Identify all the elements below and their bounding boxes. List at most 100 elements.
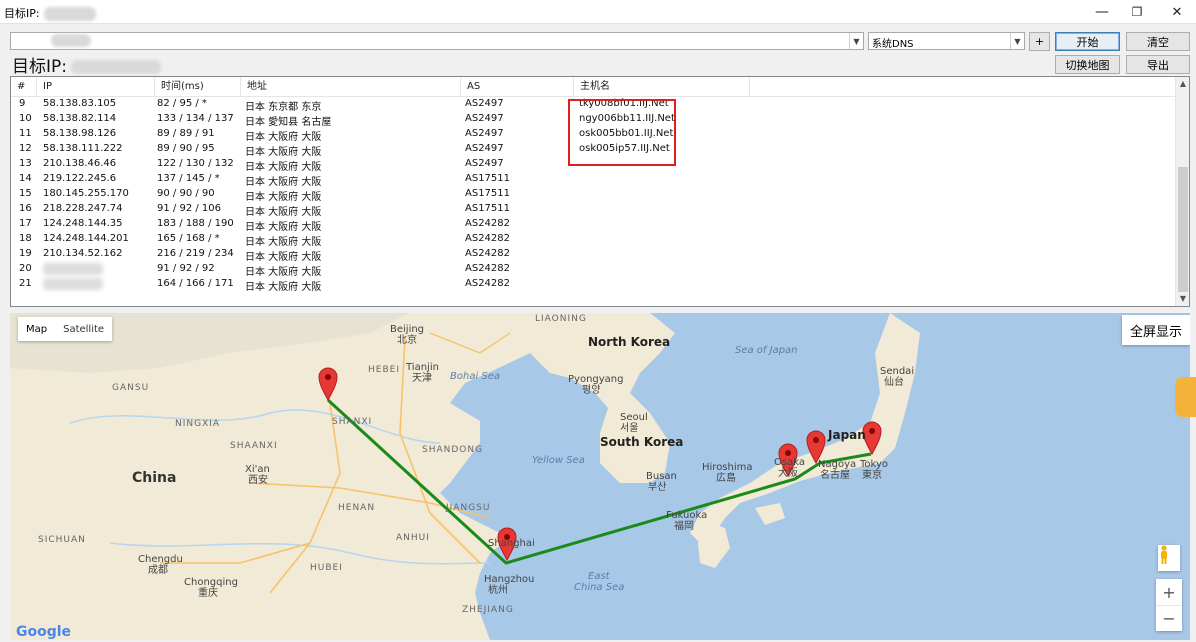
label-osaka-cn: 大阪	[778, 468, 798, 479]
redacted-target-ip	[71, 60, 161, 74]
map-view[interactable]: Beijing 北京 Tianjin 天津 HEBEI SHANXI SHAND…	[10, 313, 1190, 640]
switch-map-button[interactable]: 切换地图	[1055, 55, 1120, 74]
label-beijing-cn: 北京	[397, 335, 417, 346]
cell-time: 216 / 219 / 234	[157, 248, 234, 259]
clear-button[interactable]: 清空	[1126, 32, 1190, 51]
table-row[interactable]: 17 124.248.144.35 183 / 188 / 190 日本 大阪府 大阪…	[11, 217, 1177, 233]
label-tianjin: Tianjin	[406, 362, 439, 373]
restore-button[interactable]: ❐	[1120, 0, 1154, 24]
label-sendai-cn: 仙台	[884, 377, 904, 388]
cell-n: 21	[19, 278, 32, 289]
table-row[interactable]: 14 219.122.245.6 137 / 145 / * 日本 大阪府 大阪 AS1…	[11, 172, 1177, 188]
trace-table[interactable]: # IP 时间(ms) 地址 AS 主机名 9 58.138.83.105 82 /…	[10, 76, 1190, 307]
vertical-scrollbar[interactable]: ▲ ▼	[1175, 77, 1189, 306]
target-combo[interactable]: ▼	[10, 32, 864, 50]
mascot-icon[interactable]	[1175, 377, 1196, 417]
fullscreen-button[interactable]: 全屏显示	[1122, 315, 1190, 345]
label-sea-of-japan: Sea of Japan	[735, 345, 798, 356]
map-type-satellite[interactable]: Satellite	[55, 324, 112, 335]
table-row[interactable]: 15 180.145.255.170 90 / 90 / 90 日本 大阪府 大阪 AS…	[11, 187, 1177, 203]
label-osaka: Osaka	[774, 457, 805, 468]
table-row[interactable]: 19 210.134.52.162 216 / 219 / 234 日本 大阪府 大阪…	[11, 247, 1177, 263]
table-row[interactable]: 16 218.228.247.74 91 / 92 / 106 日本 大阪府 大阪 AS…	[11, 202, 1177, 218]
scroll-up-icon[interactable]: ▲	[1176, 77, 1189, 91]
chevron-down-icon[interactable]: ▼	[1010, 33, 1024, 49]
col-header-as[interactable]: AS	[461, 77, 574, 97]
redacted-target	[51, 34, 91, 47]
map-type-map[interactable]: Map	[18, 324, 55, 335]
start-button[interactable]: 开始	[1055, 32, 1120, 51]
label-seoul: Seoul	[620, 412, 648, 423]
cell-as: AS17511	[465, 188, 510, 199]
cell-addr: 日本 大阪府 大阪	[245, 222, 322, 233]
pegman-icon[interactable]	[1158, 545, 1180, 571]
cell-addr: 日本 大阪府 大阪	[245, 282, 322, 293]
label-yellow-sea: Yellow Sea	[532, 455, 585, 466]
cell-time: 91 / 92 / 92	[157, 263, 215, 274]
cell-as: AS24282	[465, 263, 510, 274]
cell-time: 89 / 90 / 95	[157, 143, 215, 154]
table-row[interactable]: 21 164 / 166 / 171 日本 大阪府 大阪 AS24282	[11, 277, 1177, 293]
cell-ip: 180.145.255.170	[43, 188, 129, 199]
label-sendai: Sendai	[880, 366, 915, 377]
redacted-ip	[43, 7, 96, 21]
target-ip-label: 目标IP:	[12, 52, 161, 77]
label-henan: HENAN	[338, 503, 376, 513]
cell-addr: 日本 大阪府 大阪	[245, 147, 322, 158]
dns-combo-value: 系统DNS	[872, 39, 914, 50]
label-hiroshima: Hiroshima	[702, 462, 753, 473]
scroll-down-icon[interactable]: ▼	[1176, 292, 1189, 306]
label-fukuoka: Fukuoka	[666, 510, 708, 521]
label-fukuoka-cn: 福岡	[674, 521, 694, 532]
cell-addr: 日本 大阪府 大阪	[245, 177, 322, 188]
add-button[interactable]: +	[1029, 32, 1050, 51]
col-header-ip[interactable]: IP	[37, 77, 155, 97]
chevron-down-icon[interactable]: ▼	[849, 33, 863, 49]
cell-n: 15	[19, 188, 32, 199]
title-bar: 目标IP: — ❐ ✕	[0, 0, 1196, 24]
cell-as: AS17511	[465, 173, 510, 184]
cell-addr: 日本 大阪府 大阪	[245, 252, 322, 263]
minimize-button[interactable]: —	[1085, 0, 1119, 24]
dns-combo[interactable]: 系统DNS ▼	[868, 32, 1025, 50]
table-row[interactable]: 18 124.248.144.201 165 / 168 / * 日本 大阪府 大阪 A…	[11, 232, 1177, 248]
zoom-control: + −	[1156, 579, 1182, 631]
cell-time: 82 / 95 / *	[157, 98, 207, 109]
label-beijing: Beijing	[390, 324, 425, 335]
cell-time: 89 / 89 / 91	[157, 128, 215, 139]
col-header-host[interactable]: 主机名	[574, 77, 750, 97]
cell-time: 137 / 145 / *	[157, 173, 220, 184]
google-logo: Google	[16, 624, 72, 640]
cell-ip: 58.138.98.126	[43, 128, 117, 139]
cell-as: AS24282	[465, 218, 510, 229]
cell-as: AS24282	[465, 248, 510, 259]
highlight-box	[568, 99, 676, 166]
label-shandong: SHANDONG	[422, 445, 484, 455]
col-header-address[interactable]: 地址	[241, 77, 461, 97]
label-tianjin-cn: 天津	[412, 373, 432, 384]
label-hebei: HEBEI	[368, 365, 400, 375]
cell-n: 17	[19, 218, 32, 229]
label-xian-cn: 西安	[248, 475, 268, 486]
col-header-num[interactable]: #	[11, 77, 37, 97]
col-header-time[interactable]: 时间(ms)	[155, 77, 241, 97]
label-shanxi: SHANXI	[332, 417, 373, 427]
table-row[interactable]: 20 91 / 92 / 92 日本 大阪府 大阪 AS24282	[11, 262, 1177, 278]
label-nagoya-cn: 名古屋	[820, 470, 850, 481]
cell-n: 11	[19, 128, 32, 139]
zoom-out-button[interactable]: −	[1156, 605, 1182, 631]
label-sichuan: SICHUAN	[38, 535, 86, 545]
cell-as: AS17511	[465, 203, 510, 214]
cell-as: AS2497	[465, 98, 504, 109]
label-hangzhou-cn: 杭州	[488, 585, 508, 596]
cell-n: 20	[19, 263, 32, 274]
cell-ip: 210.138.46.46	[43, 158, 117, 169]
zoom-in-button[interactable]: +	[1156, 579, 1182, 605]
cell-ip: 124.248.144.35	[43, 218, 123, 229]
close-button[interactable]: ✕	[1160, 0, 1194, 24]
cell-as: AS2497	[465, 113, 504, 124]
toolbar: ▼ 系统DNS ▼ + 开始 清空 切换地图 导出 目标IP:	[0, 24, 1196, 77]
label-hubei: HUBEI	[310, 563, 343, 573]
scroll-thumb[interactable]	[1178, 167, 1188, 292]
export-button[interactable]: 导出	[1126, 55, 1190, 74]
